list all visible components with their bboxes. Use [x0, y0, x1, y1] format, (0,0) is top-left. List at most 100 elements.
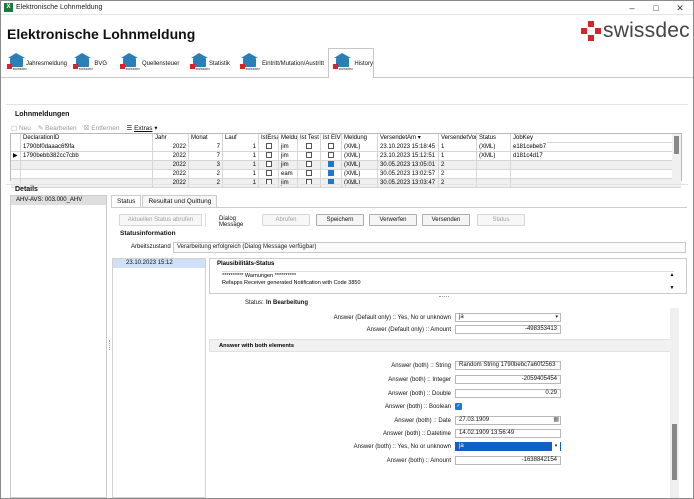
column-header[interactable]: IstErsatz	[259, 134, 279, 143]
yes-no-select[interactable]: ja ▾	[455, 313, 561, 322]
tab-resultat-quittung[interactable]: Resultat und Quittung	[142, 195, 218, 207]
status-button[interactable]: Status	[477, 214, 525, 226]
column-header[interactable]: Meldung	[342, 134, 378, 143]
scrollbar-thumb[interactable]	[672, 424, 677, 480]
checkbox-icon[interactable]	[265, 143, 272, 149]
test-checkbox[interactable]	[298, 170, 321, 179]
test-checkbox[interactable]	[298, 143, 321, 152]
checkbox-icon[interactable]	[265, 170, 272, 176]
group-title: Answer with both elements	[219, 343, 295, 349]
scroll-up-icon[interactable]: ▲	[668, 272, 676, 278]
column-header[interactable]: Monat	[189, 134, 223, 143]
edit-button[interactable]: ✎ Bearbeiten	[38, 124, 77, 132]
column-header[interactable]: DeclarationID	[21, 134, 153, 143]
tab-history[interactable]: swissdec History	[328, 48, 374, 78]
checkbox-icon[interactable]	[306, 152, 312, 158]
calendar-icon[interactable]: ▦	[553, 417, 559, 424]
tab-label: Quellensteuer	[142, 61, 180, 67]
eiv-checkbox[interactable]	[321, 170, 342, 179]
status-info-title: Statusinformation	[120, 230, 176, 237]
tab-bvg[interactable]: swissdec BVG	[68, 48, 108, 76]
date-list: 23.10.2023 15:12	[112, 258, 206, 498]
column-header[interactable]: VersendetVon	[439, 134, 477, 143]
tab-statistik[interactable]: swissdec Statistik	[185, 48, 231, 76]
tab-label: History	[354, 61, 373, 67]
close-icon[interactable]: ✕	[669, 2, 691, 14]
checkbox-icon[interactable]	[306, 143, 312, 149]
datetime-input[interactable]: 14.02.1909 13:56:49	[455, 429, 561, 438]
column-header[interactable]: Ist Test	[298, 134, 321, 143]
app-window: X Elektronische Lohnmeldung – □ ✕ Elektr…	[0, 0, 694, 499]
ersatz-checkbox[interactable]	[259, 161, 279, 170]
eiv-checkbox[interactable]	[321, 152, 342, 161]
chevron-down-icon[interactable]: ▾	[552, 442, 560, 451]
discard-button[interactable]: Verwerfen	[369, 214, 417, 226]
list-item[interactable]: 23.10.2023 15:12	[113, 259, 205, 268]
ersatz-checkbox[interactable]	[259, 170, 279, 179]
column-header[interactable]: Ist EIV	[321, 134, 342, 143]
column-header[interactable]: Status	[477, 134, 511, 143]
scroll-down-icon[interactable]: ▼	[668, 285, 676, 291]
ersatz-checkbox[interactable]	[259, 143, 279, 152]
yes-no-select-focused[interactable]: ja ▾	[455, 442, 561, 451]
tab-label: Statistik	[208, 61, 230, 67]
date-input[interactable]: 27.03.1909 ▦	[455, 416, 561, 425]
list-item[interactable]: AHV-AVS: 003.000_AHV	[11, 196, 106, 205]
checkbox-icon[interactable]	[328, 161, 334, 167]
checkbox-icon[interactable]	[265, 161, 272, 167]
status-cell: (XML)	[477, 143, 511, 152]
tab-status[interactable]: Status	[111, 195, 142, 207]
meldung-cell: (XML)	[342, 161, 378, 170]
column-header-sorted[interactable]: VersendetAm ▾	[378, 134, 439, 143]
tab-quellensteuer[interactable]: swissdec Quellensteuer	[115, 48, 185, 76]
tab-jahresmeldung[interactable]: swissdec Jahresmeldung	[2, 48, 68, 76]
send-button[interactable]: Versenden	[422, 214, 470, 226]
scrollbar-thumb[interactable]	[674, 136, 679, 154]
details-left-panel: AHV-AVS: 003.000_AHV	[10, 195, 107, 498]
details-tab-bar: Status Resultat und Quittung	[111, 195, 218, 207]
table-row[interactable]: ▶ 1790bebb382cc7cbb 2022 7 1 jim (XML) 23.10.20…	[11, 152, 681, 161]
amount-input[interactable]: -498353413	[455, 325, 561, 334]
house-icon: swissdec	[190, 53, 210, 72]
minimize-icon[interactable]: –	[621, 2, 643, 14]
table-row[interactable]: 2022 3 1 jim (XML) 30.05.2023 13:05:01 2	[11, 161, 681, 170]
checkbox-icon[interactable]	[328, 143, 334, 149]
sent-at-cell: 30.05.2023 13:05:01	[378, 161, 439, 170]
integer-input[interactable]: -2059405454	[455, 375, 561, 384]
string-input[interactable]: Random String 1790bebc7a60f2563	[455, 361, 561, 370]
amount-input[interactable]: -1638842154	[455, 456, 561, 465]
fetch-button[interactable]: Abrufen	[262, 214, 310, 226]
checkbox-icon[interactable]	[306, 170, 312, 176]
checkbox-icon[interactable]	[306, 161, 312, 167]
row-indicator-icon	[11, 143, 21, 152]
extras-menu[interactable]: ☰ Extras ▾	[126, 124, 157, 132]
checkbox-icon[interactable]	[265, 152, 272, 158]
checkbox-icon[interactable]	[328, 170, 334, 176]
get-status-button[interactable]: Aktuellen Status abrufen	[119, 214, 202, 226]
tab-eintritt-mutation-austritt[interactable]: swissdec Eintritt/Mutation/Austritt	[235, 48, 325, 76]
lauf-cell: 1	[223, 143, 259, 152]
save-button[interactable]: Speichern	[316, 214, 364, 226]
maximize-icon[interactable]: □	[645, 2, 667, 14]
new-button[interactable]: ▢ Neu	[11, 124, 31, 132]
column-header[interactable]: Jahr	[153, 134, 189, 143]
ersatz-checkbox[interactable]	[259, 152, 279, 161]
column-header[interactable]: Lauf	[223, 134, 259, 143]
sent-at-cell: 30.05.2023 13:02:57	[378, 170, 439, 179]
column-header[interactable]: Meldung	[279, 134, 298, 143]
double-input[interactable]: 0.29	[455, 389, 561, 398]
test-checkbox[interactable]	[298, 161, 321, 170]
delete-button[interactable]: ☒ Entfernen	[84, 124, 120, 132]
boolean-checkbox[interactable]: ✓	[455, 403, 462, 410]
eiv-checkbox[interactable]	[321, 161, 342, 170]
panel-splitter[interactable]	[209, 295, 687, 298]
checkbox-icon[interactable]	[328, 152, 334, 158]
column-header[interactable]: JobKey	[511, 134, 547, 143]
grid-scrollbar[interactable]	[672, 134, 681, 180]
test-checkbox[interactable]	[298, 152, 321, 161]
table-row[interactable]: 1790bf0daaac6f9fa 2022 7 1 jim (XML) 23.10.202…	[11, 143, 681, 152]
vertical-splitter[interactable]	[108, 195, 111, 498]
table-row[interactable]: 2022 2 1 eam (XML) 30.05.2023 13:02:57 2	[11, 170, 681, 179]
form-scrollbar[interactable]	[670, 308, 679, 498]
eiv-checkbox[interactable]	[321, 143, 342, 152]
